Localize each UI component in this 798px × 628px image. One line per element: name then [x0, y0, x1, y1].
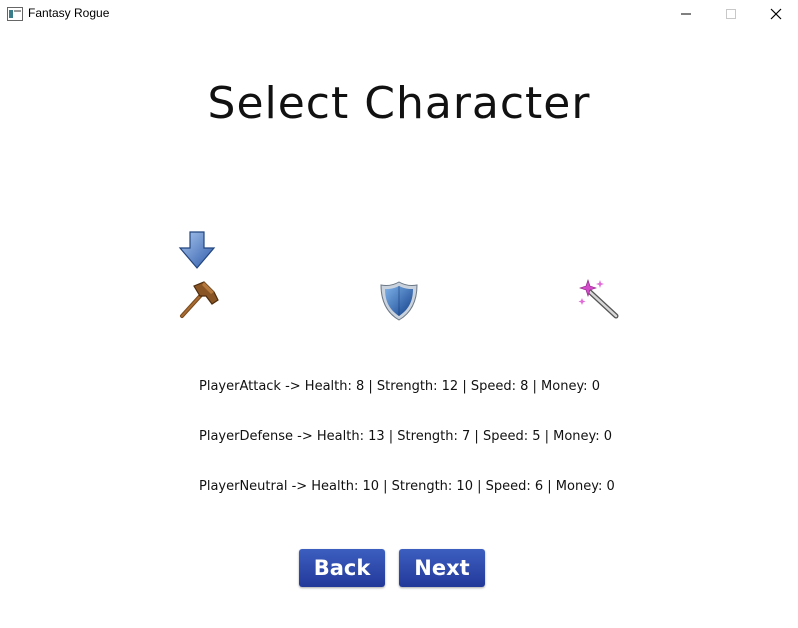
window-title: Fantasy Rogue	[28, 6, 110, 20]
close-icon	[770, 8, 782, 20]
magic-wand-icon[interactable]	[578, 278, 620, 320]
hammer-icon[interactable]	[178, 278, 220, 320]
maximize-icon	[726, 9, 736, 19]
stats-player-neutral: PlayerNeutral -> Health: 10 | Strength: …	[199, 479, 615, 494]
next-button[interactable]: Next	[399, 549, 485, 587]
close-button[interactable]	[753, 0, 798, 28]
title-bar: Fantasy Rogue	[0, 0, 798, 28]
stats-player-attack: PlayerAttack -> Health: 8 | Strength: 12…	[199, 379, 600, 394]
back-button[interactable]: Back	[299, 549, 385, 587]
maximize-button[interactable]	[708, 0, 754, 28]
stats-player-defense: PlayerDefense -> Health: 13 | Strength: …	[199, 429, 613, 444]
minimize-icon	[681, 13, 691, 15]
selection-arrow-icon	[178, 231, 216, 269]
shield-icon[interactable]	[378, 280, 420, 322]
app-window-icon	[7, 7, 23, 21]
minimize-button[interactable]	[663, 0, 709, 28]
page-title: Select Character	[207, 78, 591, 129]
